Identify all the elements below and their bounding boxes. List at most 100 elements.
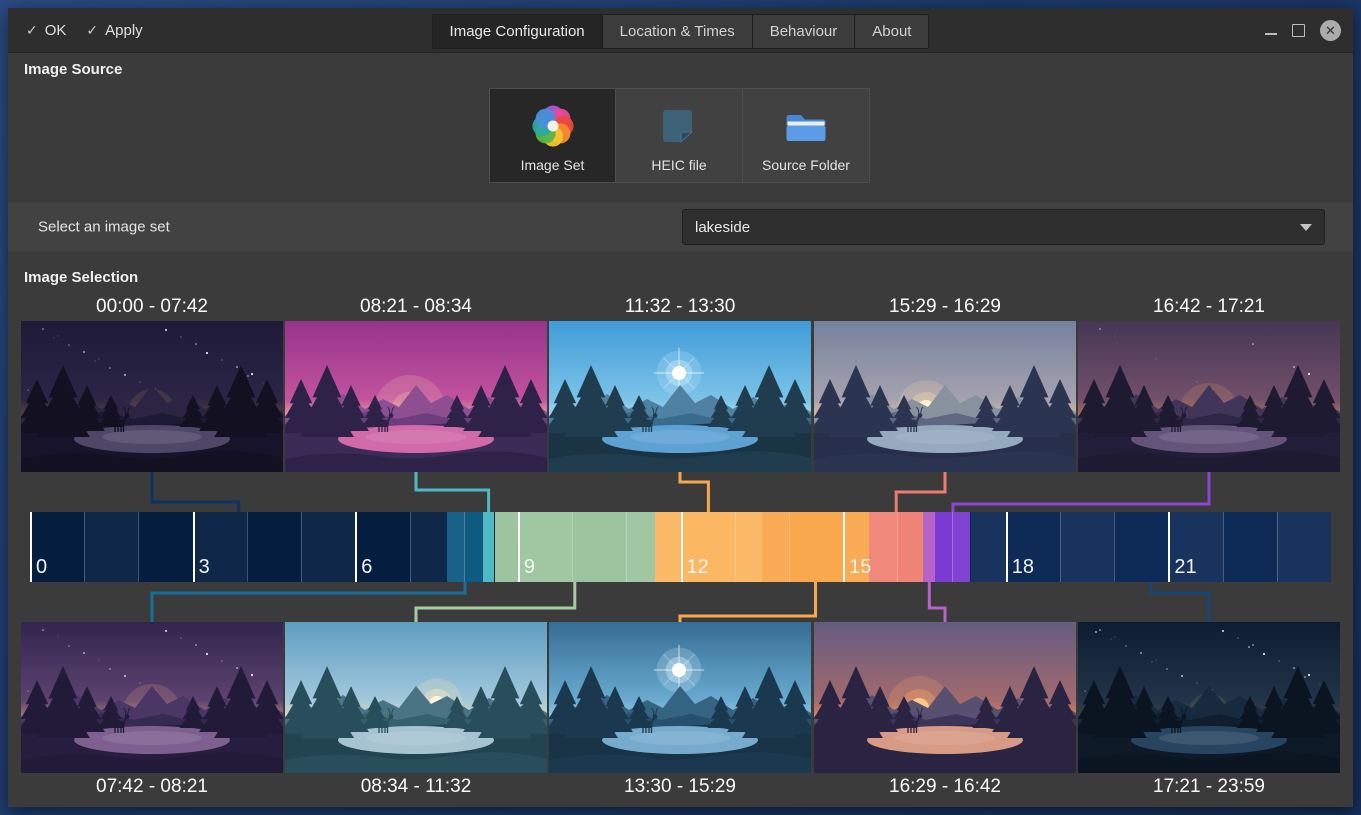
timeline-bar: 0 3 6 9 12 15 18 21 xyxy=(30,512,1331,582)
hour-label: 9 xyxy=(524,556,535,579)
thumbnail-time-label: 11:32 - 13:30 xyxy=(549,296,811,318)
hour-tick xyxy=(410,512,411,582)
lakeside-scene xyxy=(1078,622,1340,773)
hour-tick xyxy=(247,512,248,582)
hour-tick xyxy=(843,512,845,582)
hour-label: 6 xyxy=(361,556,372,579)
image-set-selector-label: Select an image set xyxy=(38,219,170,236)
timeline-connector xyxy=(953,472,1209,516)
timeline-connector xyxy=(416,472,489,516)
image-source-section-title: Image Source xyxy=(24,61,122,78)
hour-tick xyxy=(681,512,683,582)
main-content: Image Source Image Set HEIC file Source … xyxy=(8,52,1353,807)
hour-label: 18 xyxy=(1012,556,1034,579)
timeline-connector xyxy=(680,472,708,516)
hour-band xyxy=(410,512,464,582)
wallpaper-thumbnail-11-32-13-30[interactable] xyxy=(549,321,811,472)
wallpaper-thumbnail-08-21-08-34[interactable] xyxy=(285,321,547,472)
hour-tick xyxy=(301,512,302,582)
lakeside-scene xyxy=(1078,321,1340,472)
hour-band xyxy=(626,512,680,582)
tab-about[interactable]: About xyxy=(855,15,928,48)
timeline-connector xyxy=(896,472,945,516)
source-option-image-set[interactable]: Image Set xyxy=(489,88,616,183)
hour-band xyxy=(735,512,789,582)
hour-tick xyxy=(897,512,898,582)
hour-label: 21 xyxy=(1174,556,1196,579)
tab-image-configuration[interactable]: Image Configuration xyxy=(433,15,603,48)
pinwheel-icon xyxy=(530,89,576,157)
ok-button[interactable]: ✓ OK xyxy=(26,22,66,39)
apply-button-label: Apply xyxy=(105,22,143,39)
thumbnail-time-label: 08:21 - 08:34 xyxy=(285,296,547,318)
hour-tick xyxy=(1168,512,1170,582)
timeline-connector xyxy=(929,578,945,622)
timeline-connector xyxy=(1151,578,1209,622)
titlebar-actions: ✓ OK ✓ Apply xyxy=(26,8,143,52)
wallpaper-thumbnail-15-29-16-29[interactable] xyxy=(814,321,1076,472)
thumbnail-time-label: 16:42 - 17:21 xyxy=(1078,296,1340,318)
wallpaper-thumbnail-00-00-07-42[interactable] xyxy=(21,321,283,472)
lakeside-scene xyxy=(814,622,1076,773)
tab-bar: Image ConfigurationLocation & TimesBehav… xyxy=(432,14,930,49)
hour-tick xyxy=(1223,512,1224,582)
folder-icon xyxy=(783,89,829,157)
image-set-combobox[interactable]: lakeside xyxy=(682,209,1325,245)
hour-label: 0 xyxy=(36,556,47,579)
tab-behaviour[interactable]: Behaviour xyxy=(753,15,856,48)
maximize-icon[interactable] xyxy=(1292,24,1305,37)
timeline-segment[interactable] xyxy=(483,512,495,582)
wallpaper-thumbnail-16-29-16-42[interactable] xyxy=(814,622,1076,773)
thumbnail-time-label: 00:00 - 07:42 xyxy=(21,296,283,318)
hour-tick xyxy=(355,512,357,582)
hour-tick xyxy=(952,512,953,582)
hour-tick xyxy=(193,512,195,582)
heic-page-icon xyxy=(656,89,702,157)
wallpaper-thumbnail-08-34-11-32[interactable] xyxy=(285,622,547,773)
check-icon: ✓ xyxy=(26,22,38,39)
source-option-label: HEIC file xyxy=(651,157,706,182)
hour-tick xyxy=(138,512,139,582)
hour-tick xyxy=(789,512,790,582)
app-window: ✓ OK ✓ Apply Image ConfigurationLocation… xyxy=(8,8,1353,807)
hour-band xyxy=(1060,512,1114,582)
hour-tick xyxy=(464,512,465,582)
wallpaper-thumbnail-07-42-08-21[interactable] xyxy=(21,622,283,773)
lakeside-scene xyxy=(549,321,811,472)
desktop-background: ✓ OK ✓ Apply Image ConfigurationLocation… xyxy=(0,0,1361,815)
hour-tick xyxy=(1060,512,1061,582)
image-source-type-group: Image Set HEIC file Source Folder xyxy=(489,88,870,183)
apply-button[interactable]: ✓ Apply xyxy=(86,22,142,39)
hour-label: 3 xyxy=(199,556,210,579)
wallpaper-thumbnail-17-21-23-59[interactable] xyxy=(1078,622,1340,773)
tab-location-times[interactable]: Location & Times xyxy=(603,15,753,48)
hour-label: 12 xyxy=(687,556,709,579)
hour-tick xyxy=(735,512,736,582)
thumbnail-time-label: 17:21 - 23:59 xyxy=(1078,776,1340,798)
lakeside-scene xyxy=(285,321,547,472)
minimize-icon[interactable] xyxy=(1265,33,1277,35)
hour-band xyxy=(1277,512,1331,582)
lakeside-scene xyxy=(21,622,283,773)
hour-label: 15 xyxy=(849,556,871,579)
ok-button-label: OK xyxy=(45,22,67,39)
source-option-source-folder[interactable]: Source Folder xyxy=(743,88,870,183)
hour-band xyxy=(952,512,1006,582)
source-option-heic-file[interactable]: HEIC file xyxy=(616,88,743,183)
hour-tick xyxy=(1006,512,1008,582)
thumbnail-time-label: 16:29 - 16:42 xyxy=(814,776,1076,798)
wallpaper-thumbnail-13-30-15-29[interactable] xyxy=(549,622,811,773)
close-icon[interactable]: ✕ xyxy=(1320,20,1341,41)
image-set-selector-row: Select an image set lakeside xyxy=(8,203,1353,251)
hour-band xyxy=(301,512,355,582)
check-icon: ✓ xyxy=(86,22,98,39)
timeline-segment[interactable] xyxy=(923,512,935,582)
hour-tick xyxy=(1277,512,1278,582)
timeline-connector xyxy=(680,578,816,622)
timeline-connector xyxy=(152,578,465,622)
wallpaper-thumbnail-16-42-17-21[interactable] xyxy=(1078,321,1340,472)
thumbnail-time-label: 13:30 - 15:29 xyxy=(549,776,811,798)
source-option-label: Image Set xyxy=(521,157,585,182)
lakeside-scene xyxy=(285,622,547,773)
lakeside-scene xyxy=(549,622,811,773)
